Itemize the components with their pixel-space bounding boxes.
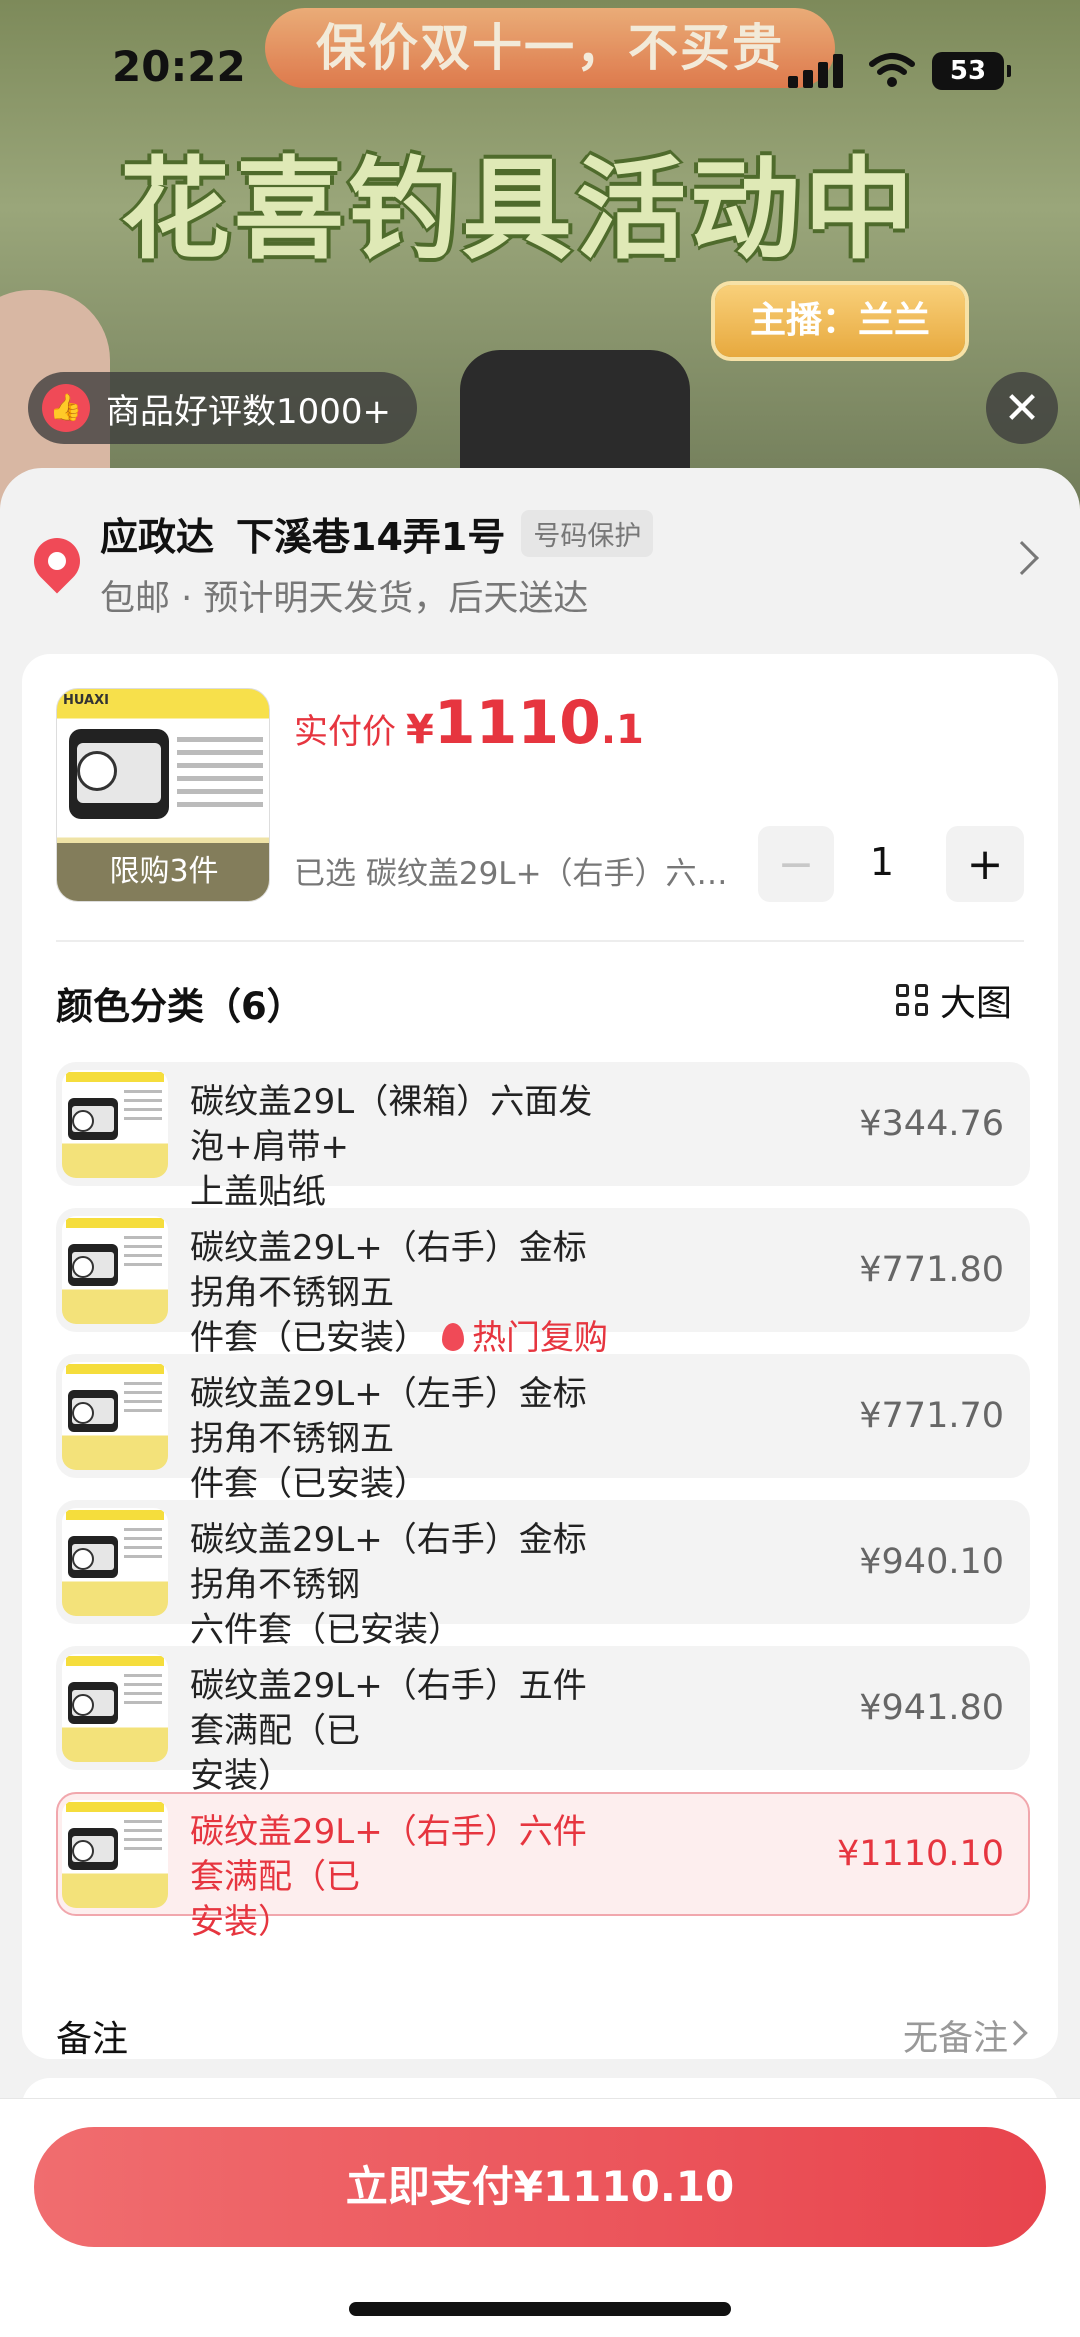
price-decimal: .1: [600, 707, 644, 753]
option-name-line1: 碳纹盖29L+（右手）金标拐角不锈钢五: [190, 1228, 587, 1313]
grid-icon: [896, 984, 928, 1016]
hot-rebuy-tag: 热门复购: [442, 1318, 608, 1358]
option-price: ¥771.70: [859, 1396, 1004, 1436]
status-bar: 20:22 53: [0, 0, 1080, 140]
option-price: ¥940.10: [859, 1542, 1004, 1582]
option-thumbnail: [62, 1508, 168, 1616]
option-name-line2: 安装）: [190, 1902, 292, 1942]
selected-variant: 已选 碳纹盖29L+（右手）六件套满配（已安装）: [294, 856, 734, 892]
remark-value[interactable]: 无备注: [903, 2010, 1008, 2061]
price-main: 1110: [433, 688, 601, 758]
option-thumbnail: [62, 1070, 168, 1178]
option-price: ¥344.76: [859, 1104, 1004, 1144]
option-thumbnail: [62, 1654, 168, 1762]
option-name-line1: 碳纹盖29L+（右手）五件套满配（已: [190, 1666, 587, 1751]
pay-now-button[interactable]: 立即支付¥1110.10: [34, 2127, 1046, 2247]
quantity-decrease-button[interactable]: −: [758, 826, 834, 902]
option-thumbnail: [62, 1800, 168, 1908]
price-label: 实付价: [294, 712, 396, 752]
color-option[interactable]: 碳纹盖29L+（右手）金标拐角不锈钢五件套（已安装） 热门复购 ¥771.80: [56, 1208, 1030, 1358]
quantity-increase-button[interactable]: +: [946, 826, 1024, 902]
option-thumbnail: [62, 1362, 168, 1470]
signal-icon: [788, 54, 844, 88]
remark-label: 备注: [56, 2019, 129, 2060]
price-symbol: ¥: [406, 707, 434, 753]
option-thumbnail: [62, 1216, 168, 1324]
color-option-selected[interactable]: 碳纹盖29L+（右手）六件套满配（已安装） ¥1110.10: [56, 1792, 1030, 1942]
quantity-value: 1: [869, 840, 895, 884]
price-row: 实付价 ¥ 1110 .1: [294, 688, 644, 758]
delivery-info: 包邮 · 预计明天发货，后天送达: [100, 579, 589, 619]
review-pill: 👍 商品好评数1000+: [28, 372, 418, 444]
color-option[interactable]: 碳纹盖29L+（右手）金标拐角不锈钢 六件套（已安装） ¥940.10: [56, 1500, 1030, 1650]
color-section-title: 颜色分类（6）: [56, 985, 304, 1028]
option-name-line1: 碳纹盖29L+（左手）金标拐角不锈钢五: [190, 1374, 587, 1459]
host-badge: 主播：兰兰: [715, 285, 965, 357]
hot-rebuy-label: 热门复购: [472, 1318, 608, 1358]
flame-icon: [442, 1323, 464, 1351]
option-name-line1: 碳纹盖29L+（右手）六件套满配（已: [190, 1812, 587, 1897]
status-time: 20:22: [112, 42, 246, 91]
option-price: ¥771.80: [859, 1250, 1004, 1290]
option-name-line1: 碳纹盖29L+（右手）金标拐角不锈钢: [190, 1520, 587, 1605]
thumbs-up-icon: 👍: [42, 384, 90, 432]
battery-icon: 53: [932, 52, 1011, 90]
stream-title: 花喜钓具活动中: [120, 146, 918, 274]
order-card: HUAXI 限购3件 实付价 ¥ 1110 .1 已选 碳纹盖29L+（右手）六…: [22, 654, 1058, 2061]
checkout-sheet: 应政达 下溪巷14弄1号 号码保护 包邮 · 预计明天发货，后天送达 HUAXI…: [0, 468, 1080, 2337]
option-price: ¥941.80: [859, 1688, 1004, 1728]
color-option[interactable]: 碳纹盖29L+（左手）金标拐角不锈钢五 件套（已安装） ¥771.70: [56, 1354, 1030, 1504]
chevron-right-icon: [1005, 541, 1039, 575]
option-name-line2: 件套（已安装）: [190, 1318, 428, 1358]
divider: [56, 940, 1024, 942]
address-street: 下溪巷14弄1号: [236, 515, 506, 559]
home-indicator: [349, 2302, 731, 2316]
color-options: 碳纹盖29L（裸箱）六面发泡+肩带+ 上盖贴纸 ¥344.76 碳纹盖29L+（右…: [56, 1062, 1030, 1942]
address-row[interactable]: 应政达 下溪巷14弄1号 号码保护 包邮 · 预计明天发货，后天送达: [0, 468, 1080, 648]
review-text: 商品好评数1000+: [106, 391, 392, 432]
big-view-button[interactable]: 大图: [896, 974, 1012, 1026]
close-button[interactable]: ✕: [986, 372, 1058, 444]
big-view-label: 大图: [940, 983, 1013, 1024]
wifi-icon: [869, 53, 915, 87]
close-icon: ✕: [1003, 382, 1041, 434]
color-option[interactable]: 碳纹盖29L+（右手）五件套满配（已 安装） ¥941.80: [56, 1646, 1030, 1796]
option-price: ¥1110.10: [836, 1834, 1004, 1874]
number-protection-badge: 号码保护: [521, 510, 654, 557]
brand-logo: HUAXI: [63, 693, 109, 708]
color-option[interactable]: 碳纹盖29L（裸箱）六面发泡+肩带+ 上盖贴纸 ¥344.76: [56, 1062, 1030, 1212]
product-thumbnail[interactable]: HUAXI 限购3件: [56, 688, 270, 902]
option-name-line1: 碳纹盖29L（裸箱）六面发泡+肩带+: [190, 1082, 593, 1167]
purchase-limit: 限购3件: [57, 843, 269, 901]
location-icon: [24, 528, 90, 594]
recipient-name: 应政达: [100, 515, 215, 559]
